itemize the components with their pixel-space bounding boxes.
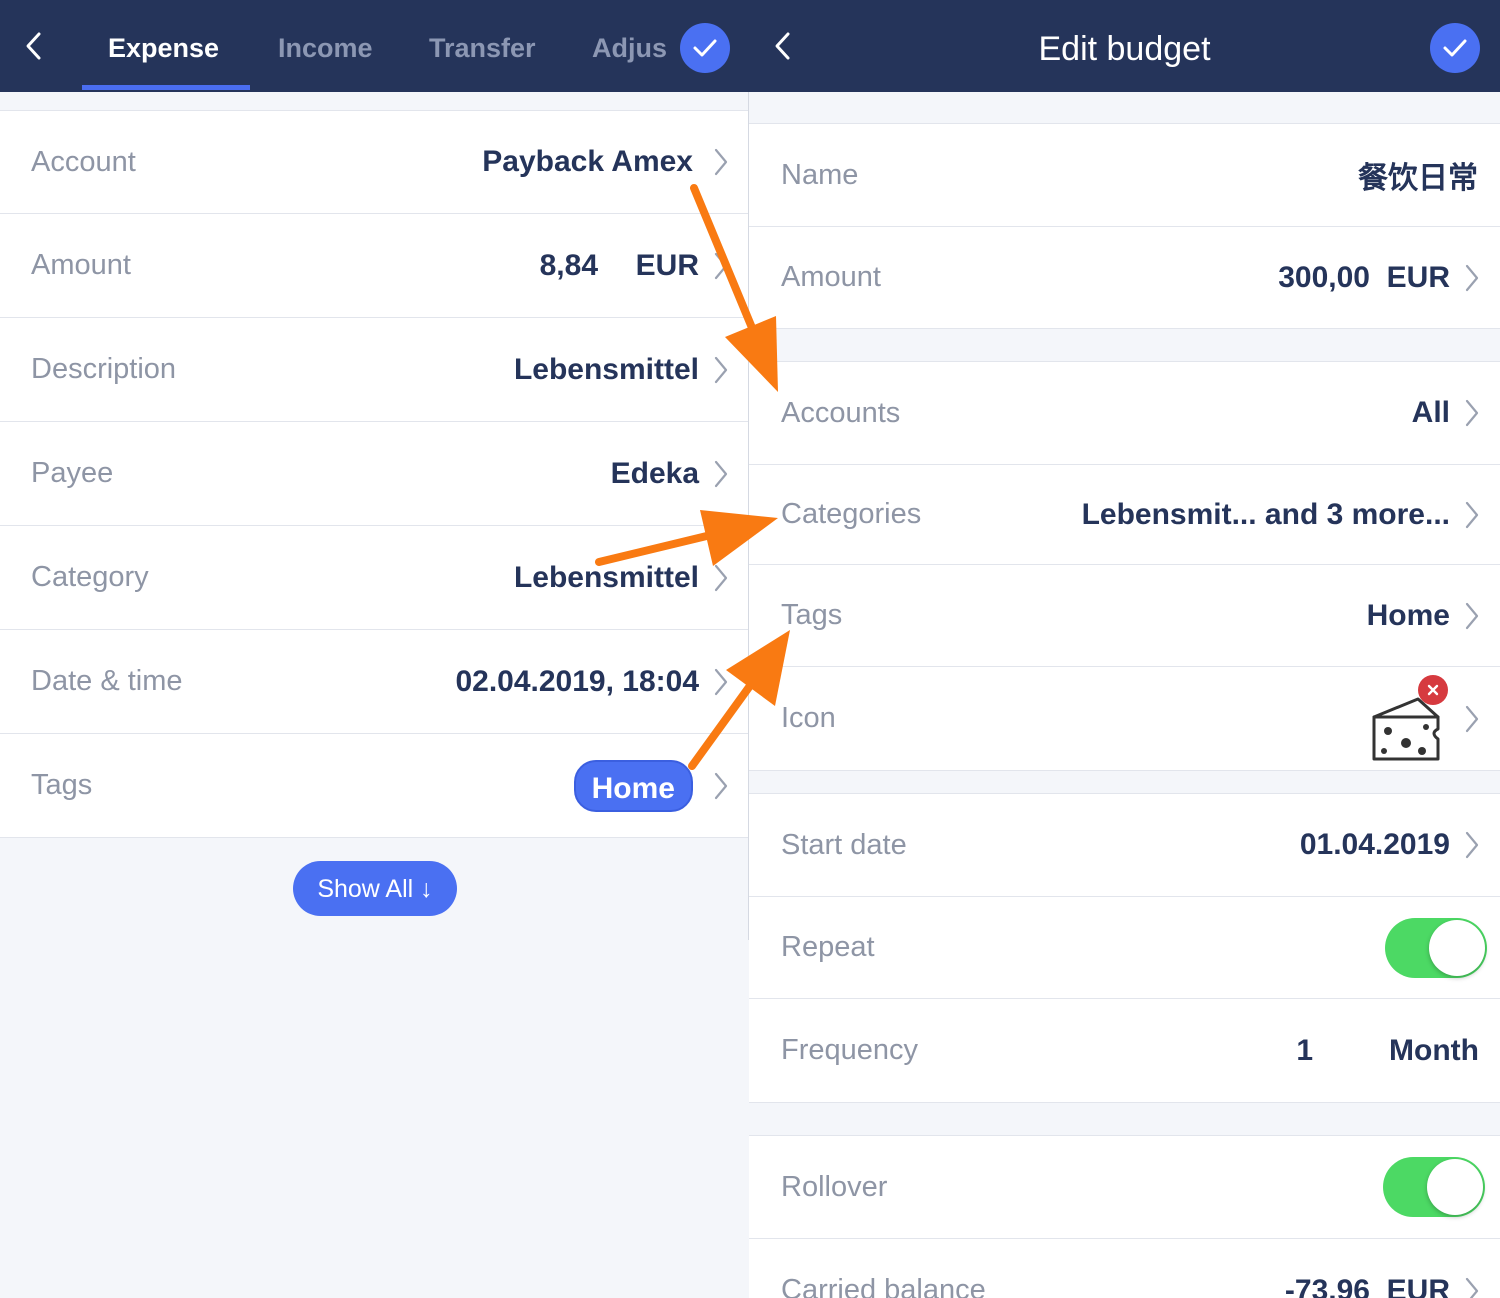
payee-value: Edeka [610, 456, 699, 490]
chevron-right-icon [713, 666, 729, 698]
expense-topbar: Expense Income Transfer Adjus [0, 0, 749, 92]
description-value: Lebensmittel [513, 352, 699, 386]
description-row[interactable]: Description Lebensmittel [0, 318, 749, 422]
amount-value: 8,84 [539, 248, 598, 282]
chevron-right-icon [1464, 1275, 1480, 1298]
page-title: Edit budget [1038, 30, 1211, 68]
active-tab-indicator [82, 85, 250, 90]
amount-label: Amount [31, 249, 131, 281]
tags-value: Home [1366, 598, 1450, 632]
categories-label: Categories [781, 498, 922, 530]
carried-balance-value: -73,96 [1284, 1273, 1370, 1298]
chevron-right-icon [713, 458, 729, 490]
repeat-label: Repeat [781, 931, 875, 963]
payee-label: Payee [31, 457, 114, 489]
checkmark-icon [1443, 39, 1467, 57]
repeat-toggle[interactable] [1385, 917, 1487, 978]
frequency-row[interactable]: Frequency 1 Month [749, 999, 1500, 1103]
frequency-unit[interactable]: Month [1389, 999, 1479, 1102]
amount-currency: EUR [635, 248, 699, 282]
edit-budget-panel: Edit budget Name 餐饮日常 Amount 300,00 EUR … [749, 0, 1500, 1298]
rollover-label: Rollover [781, 1170, 888, 1203]
tag-chip-home[interactable]: Home [573, 759, 693, 812]
budget-amount-row[interactable]: Amount 300,00 EUR [749, 227, 1500, 329]
toggle-knob [1427, 1159, 1483, 1215]
chevron-right-icon [713, 354, 729, 386]
datetime-label: Date & time [31, 665, 183, 697]
amount-label: Amount [781, 261, 881, 293]
categories-value: Lebensmit... and 3 more... [1081, 497, 1450, 531]
datetime-row[interactable]: Date & time 02.04.2019, 18:04 [0, 630, 749, 734]
close-icon [1427, 684, 1439, 696]
chevron-right-icon [1464, 829, 1480, 861]
start-date-value: 01.04.2019 [1299, 828, 1450, 861]
icon-label: Icon [781, 702, 836, 734]
rollover-row: Rollover [749, 1135, 1500, 1239]
back-button[interactable] [767, 28, 797, 64]
tab-income[interactable]: Income [278, 0, 373, 92]
tags-row[interactable]: Tags Home [0, 734, 749, 838]
accounts-value: All [1411, 396, 1450, 429]
carried-balance-currency: EUR [1386, 1273, 1450, 1298]
name-row[interactable]: Name 餐饮日常 [749, 123, 1500, 227]
accounts-label: Accounts [781, 396, 901, 429]
chevron-right-icon [1464, 397, 1480, 429]
frequency-count[interactable]: 1 [1296, 999, 1313, 1102]
tab-transfer[interactable]: Transfer [429, 0, 536, 92]
tags-value-wrap: Home [573, 734, 693, 837]
budget-amount-currency: EUR [1386, 260, 1450, 294]
budget-tags-row[interactable]: Tags Home [749, 565, 1500, 667]
remove-icon-button[interactable] [1418, 675, 1448, 705]
toggle-knob [1429, 919, 1485, 976]
confirm-button[interactable] [1430, 23, 1480, 73]
chevron-right-icon [1464, 499, 1480, 531]
frequency-label: Frequency [781, 1034, 919, 1066]
categories-row[interactable]: Categories Lebensmit... and 3 more... [749, 465, 1500, 565]
rollover-toggle[interactable] [1383, 1157, 1485, 1217]
accounts-row[interactable]: Accounts All [749, 361, 1500, 465]
datetime-value: 02.04.2019, 18:04 [455, 664, 699, 698]
amount-row[interactable]: Amount 8,84 EUR [0, 214, 749, 318]
carried-balance-row[interactable]: Carried balance -73,96 EUR [749, 1239, 1500, 1298]
chevron-right-icon [1464, 703, 1480, 735]
back-button[interactable] [18, 28, 48, 64]
payee-row[interactable]: Payee Edeka [0, 422, 749, 526]
start-date-row[interactable]: Start date 01.04.2019 [749, 793, 1500, 897]
chevron-right-icon [713, 250, 729, 282]
tags-label: Tags [31, 769, 93, 801]
account-label: Account [31, 145, 136, 178]
icon-row[interactable]: Icon [749, 667, 1500, 771]
expense-panel: Expense Income Transfer Adjus Account Pa… [0, 0, 749, 1298]
account-row[interactable]: Account Payback Amex [0, 110, 749, 214]
category-label: Category [31, 561, 149, 593]
chevron-right-icon [1464, 262, 1480, 294]
budget-amount-value: 300,00 [1278, 260, 1370, 294]
confirm-button[interactable] [680, 23, 730, 73]
chevron-right-icon [713, 562, 729, 594]
tab-expense[interactable]: Expense [108, 0, 219, 92]
checkmark-icon [693, 39, 717, 57]
chevron-left-icon [775, 32, 790, 60]
chevron-left-icon [26, 32, 41, 60]
category-row[interactable]: Category Lebensmittel [0, 526, 749, 630]
name-value: 餐饮日常 [1358, 161, 1478, 196]
chevron-right-icon [713, 770, 729, 802]
edit-budget-topbar: Edit budget [749, 0, 1500, 92]
chevron-right-icon [1464, 600, 1480, 632]
carried-balance-label: Carried balance [781, 1274, 986, 1298]
tags-label: Tags [781, 599, 843, 631]
start-date-label: Start date [781, 828, 907, 861]
show-all-button[interactable]: Show All ↓ [293, 861, 457, 916]
name-label: Name [781, 158, 859, 191]
tab-adjustment[interactable]: Adjus [592, 0, 667, 92]
description-label: Description [31, 353, 177, 385]
category-value: Lebensmittel [513, 560, 699, 594]
account-value: Payback Amex [482, 145, 693, 178]
repeat-row: Repeat [749, 897, 1500, 999]
chevron-right-icon [713, 146, 729, 178]
